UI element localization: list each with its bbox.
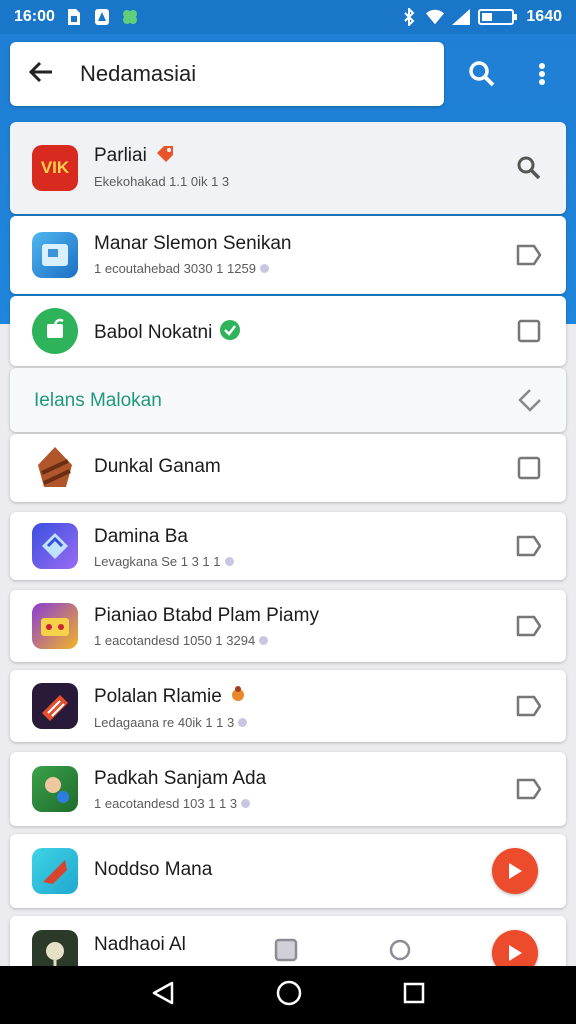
verified-icon	[220, 320, 241, 346]
app-subtitle: 1 eacotandesd 103 1 1 3	[94, 796, 238, 811]
more-options-icon[interactable]	[520, 52, 564, 96]
app-title: Noddso Mana	[94, 859, 213, 880]
app-icon	[32, 603, 78, 649]
list-item[interactable]: Noddso Mana	[10, 834, 566, 908]
section-label: Ielans Malokan	[34, 390, 162, 411]
app-subtitle: 1 eacotandesd 1050 1 3294	[94, 633, 256, 648]
recents-nav-icon[interactable]	[402, 981, 426, 1010]
dot-icon	[259, 636, 269, 645]
app-title: Nadhaoi Al	[94, 934, 186, 955]
list-item[interactable]: Babol Nokatni	[10, 296, 566, 366]
dot-icon	[241, 799, 251, 808]
app-icon	[32, 523, 78, 569]
navigation-bar	[0, 966, 576, 1024]
bluetooth-icon	[400, 8, 418, 26]
list-item[interactable]: Dunkal Ganam	[10, 434, 566, 502]
app-title: Polalan Rlamie	[94, 686, 222, 707]
app-icon	[32, 683, 78, 729]
list-item[interactable]: Padkah Sanjam Ada 1 eacotandesd 103 1 1 …	[10, 752, 566, 826]
dot-icon	[238, 718, 248, 727]
play-button[interactable]	[492, 848, 538, 894]
search-icon[interactable]	[514, 153, 544, 183]
app-icon	[32, 232, 78, 278]
app-title: Babol Nokatni	[94, 322, 213, 343]
app-icon	[32, 766, 78, 812]
search-bar[interactable]: Nedamasiai	[10, 42, 444, 106]
app-title: Manar Slemon Senikan	[94, 233, 292, 254]
app-title: Damina Ba	[94, 526, 188, 547]
back-nav-icon[interactable]	[150, 980, 176, 1011]
list-item[interactable]: Damina Ba Levagkana Se 1 3 1 1	[10, 512, 566, 580]
back-arrow-icon[interactable]	[28, 61, 54, 88]
tag-outline-icon[interactable]	[514, 240, 544, 270]
signal-icon	[452, 8, 471, 26]
app-subtitle: Levagkana Se 1 3 1 1	[94, 554, 221, 569]
app-title: Parliai	[94, 145, 147, 166]
tag-icon	[155, 144, 175, 168]
tag-outline-icon[interactable]	[514, 774, 544, 804]
battery-text: 1640	[526, 8, 562, 25]
search-query[interactable]: Nedamasiai	[80, 61, 196, 87]
sim-card-icon	[65, 8, 83, 26]
clover-icon	[121, 8, 139, 26]
app-subtitle: Ledagaana re 40ik 1 1 3	[94, 715, 235, 730]
app-icon	[32, 848, 78, 894]
home-nav-icon[interactable]	[275, 979, 303, 1012]
list-item[interactable]: Manar Slemon Senikan 1 ecoutahebad 3030 …	[10, 216, 566, 294]
list-item[interactable]: Polalan Rlamie Ledagaana re 40ik 1 1 3	[10, 670, 566, 742]
app-icon-featured: VIK	[32, 145, 78, 191]
badge-icon	[230, 685, 246, 709]
checkbox-icon[interactable]	[514, 453, 544, 483]
chevron-icon[interactable]	[514, 385, 544, 415]
app-title: Dunkal Ganam	[94, 456, 221, 477]
app-title: Padkah Sanjam Ada	[94, 768, 267, 789]
square-overlay-icon	[274, 938, 298, 967]
app-subtitle: Ekekohakad 1.1 0ik 1 3	[94, 174, 230, 189]
app-subtitle: 1 ecoutahebad 3030 1 1259	[94, 261, 256, 276]
circle-overlay-icon	[388, 938, 412, 967]
list-item[interactable]: Pianiao Btabd Plam Piamy 1 eacotandesd 1…	[10, 590, 566, 662]
section-header: Ielans Malokan	[10, 368, 566, 432]
status-time: 16:00	[14, 8, 55, 25]
app-icon	[32, 445, 78, 491]
tag-outline-icon[interactable]	[514, 691, 544, 721]
dot-icon	[224, 557, 234, 566]
search-icon[interactable]	[460, 52, 504, 96]
battery-icon	[478, 8, 518, 26]
tag-outline-icon[interactable]	[514, 611, 544, 641]
status-bar: 16:00 1640	[0, 0, 576, 34]
app-icon	[32, 308, 78, 354]
app-icon-text: VIK	[40, 158, 70, 177]
tag-outline-icon[interactable]	[514, 531, 544, 561]
list-item-featured[interactable]: VIK Parliai Ekekohakad 1.1 0ik 1 3	[10, 122, 566, 214]
app-title: Pianiao Btabd Plam Piamy	[94, 605, 319, 626]
wifi-icon	[426, 8, 445, 26]
notification-icon	[93, 8, 111, 26]
checkbox-icon[interactable]	[514, 316, 544, 346]
dot-icon	[259, 264, 269, 273]
